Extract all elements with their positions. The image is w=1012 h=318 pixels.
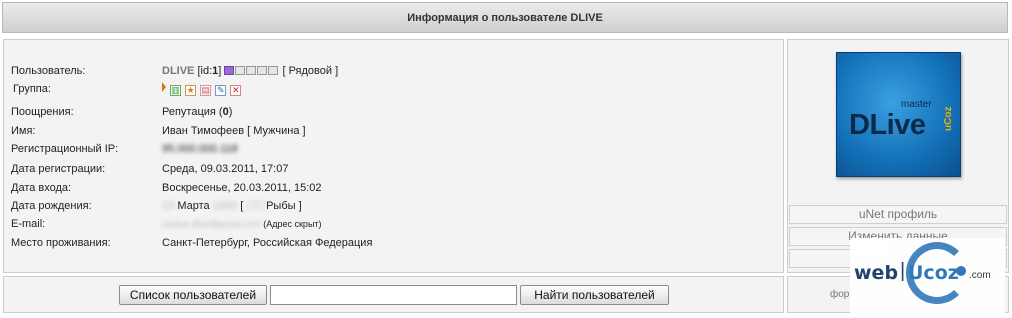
bottom-toolbar: Список пользователей Найти пользователей	[3, 276, 784, 313]
ip-value: 95.000.000.118	[162, 143, 238, 155]
page-title: Информация о пользователе DLIVE	[407, 11, 603, 24]
reputation-suffix: )	[228, 106, 233, 118]
email-address: xxxlive.dlive@gmail.com	[162, 219, 261, 229]
login-value: Воскресенье, 20.03.2011, 15:02	[162, 182, 322, 194]
green-chart-icon[interactable]: ▥	[170, 85, 182, 96]
user-info-panel: Пользователь: DLIVE [id:1] [ Рядовой ] Г…	[3, 39, 784, 273]
find-users-button[interactable]: Найти пользователей	[520, 285, 669, 305]
birthday-sign-hidden: ☐☐	[246, 200, 267, 212]
watermark-ucoz-text: Ucoz	[908, 262, 959, 284]
birthday-label: Дата рождения:	[11, 200, 92, 212]
email-note: (Адрес скрыт)	[263, 219, 322, 229]
ip-label: Регистрационный IP:	[11, 143, 119, 155]
user-nick[interactable]: DLIVE	[162, 65, 194, 77]
webucoz-watermark: web | Ucoz .com	[850, 238, 1005, 314]
user-rank: [ Рядовой ]	[282, 65, 339, 77]
watermark-web-text: web	[854, 262, 899, 284]
rank-box	[246, 66, 257, 75]
avatar: master DLive uCoz	[836, 52, 961, 177]
user-list-button[interactable]: Список пользователей	[119, 285, 267, 305]
close-icon[interactable]: ✕	[230, 85, 242, 96]
birthday-sign-close: ]	[298, 200, 302, 212]
unet-profile-button[interactable]: uNet профиль	[789, 205, 1007, 224]
birthday-year: 1990	[212, 200, 238, 212]
location-label: Место проживания:	[11, 237, 111, 249]
watermark-separator: |	[900, 260, 906, 282]
pencil-icon[interactable]: ✎	[215, 85, 227, 96]
watermark-com-text: .com	[969, 270, 991, 281]
group-label: Группа:	[13, 83, 51, 95]
reputation-value[interactable]: Репутация (0)	[162, 105, 232, 119]
avatar-ucoz-text: uCoz	[943, 106, 954, 131]
page-title-bar: Информация о пользователе DLIVE	[2, 2, 1008, 33]
page-icon[interactable]: ▤	[200, 85, 212, 96]
user-label: Пользователь:	[11, 65, 86, 77]
name-label: Имя:	[11, 125, 36, 137]
rank-box	[224, 66, 235, 75]
group-icons: ▥ ★ ▤ ✎ ✕	[162, 82, 242, 96]
registered-label: Дата регистрации:	[11, 163, 106, 175]
name-value: Иван Тимофеев [ Мужчина ]	[162, 125, 306, 137]
star-icon[interactable]: ★	[185, 85, 197, 96]
birthday-sign-open: [	[240, 200, 244, 212]
email-label: E-mail:	[11, 218, 46, 230]
rank-box	[268, 66, 279, 75]
forum-link[interactable]: фор	[830, 289, 849, 300]
user-id-suffix: ]	[218, 65, 222, 77]
group-arrow-icon	[162, 82, 166, 92]
reputation-label: Репутация (	[162, 106, 223, 118]
registered-value: Среда, 09.03.2011, 17:07	[162, 163, 289, 175]
rank-box	[235, 66, 246, 75]
user-search-input[interactable]	[270, 285, 517, 305]
location-value: Санкт-Петербург, Российская Федерация	[162, 237, 373, 249]
birthday-sign: Рыбы	[266, 200, 296, 212]
birthday-value: 13 Марта 1990 [ ☐☐Рыбы ]	[162, 199, 302, 213]
rewards-label: Поощрения:	[11, 106, 74, 118]
avatar-logo-text: DLive	[849, 109, 926, 141]
user-id-prefix: [id:	[197, 65, 213, 77]
birthday-day: 13	[162, 200, 175, 212]
rank-boxes	[224, 65, 279, 77]
login-label: Дата входа:	[11, 182, 72, 194]
email-value: xxxlive.dlive@gmail.com (Адрес скрыт)	[162, 217, 322, 231]
birthday-month: Марта	[177, 200, 210, 212]
user-value: DLIVE [id:1] [ Рядовой ]	[162, 64, 338, 78]
rank-box	[257, 66, 268, 75]
